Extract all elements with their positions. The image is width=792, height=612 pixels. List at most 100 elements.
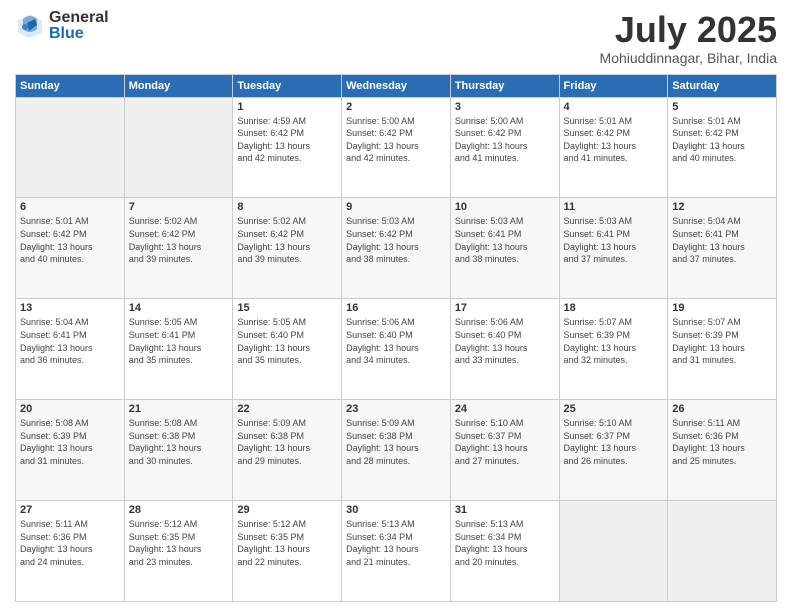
day-number: 31 <box>455 504 555 516</box>
calendar-cell: 9 Sunrise: 5:03 AM Sunset: 6:42 PM Daylig… <box>342 198 451 299</box>
calendar-cell: 4 Sunrise: 5:01 AM Sunset: 6:42 PM Daylig… <box>559 97 668 198</box>
calendar-cell: 31 Sunrise: 5:13 AM Sunset: 6:34 PM Dayli… <box>450 501 559 602</box>
day-number: 9 <box>346 201 446 213</box>
day-number: 17 <box>455 302 555 314</box>
day-number: 6 <box>20 201 120 213</box>
calendar-cell: 24 Sunrise: 5:10 AM Sunset: 6:37 PM Dayli… <box>450 400 559 501</box>
calendar-cell: 11 Sunrise: 5:03 AM Sunset: 6:41 PM Dayli… <box>559 198 668 299</box>
calendar-cell <box>124 97 233 198</box>
day-number: 16 <box>346 302 446 314</box>
calendar-cell: 21Sunrise: 5:08 AM Sunset: 6:38 PM Dayli… <box>124 400 233 501</box>
day-info: Sunrise: 5:02 AM Sunset: 6:42 PM Dayligh… <box>129 215 229 265</box>
day-info: Sunrise: 5:11 AM Sunset: 6:36 PM Dayligh… <box>20 518 120 568</box>
calendar-cell: 18Sunrise: 5:07 AM Sunset: 6:39 PM Dayli… <box>559 299 668 400</box>
day-number: 5 <box>672 101 772 113</box>
calendar-cell: 3 Sunrise: 5:00 AM Sunset: 6:42 PM Daylig… <box>450 97 559 198</box>
calendar-cell: 7 Sunrise: 5:02 AM Sunset: 6:42 PM Daylig… <box>124 198 233 299</box>
day-number: 10 <box>455 201 555 213</box>
day-info: Sunrise: 5:10 AM Sunset: 6:37 PM Dayligh… <box>455 417 555 467</box>
day-info: Sunrise: 5:12 AM Sunset: 6:35 PM Dayligh… <box>129 518 229 568</box>
day-number: 12 <box>672 201 772 213</box>
calendar-cell: 1Sunrise: 4:59 AM Sunset: 6:42 PM Daylig… <box>233 97 342 198</box>
calendar-table: SundayMondayTuesdayWednesdayThursdayFrid… <box>15 74 777 602</box>
day-number: 1 <box>237 101 337 113</box>
calendar-week-4: 20Sunrise: 5:08 AM Sunset: 6:39 PM Dayli… <box>16 400 777 501</box>
day-header-friday: Friday <box>559 74 668 97</box>
calendar-cell <box>668 501 777 602</box>
calendar-cell: 14 Sunrise: 5:05 AM Sunset: 6:41 PM Dayli… <box>124 299 233 400</box>
calendar-cell: 27 Sunrise: 5:11 AM Sunset: 6:36 PM Dayli… <box>16 501 125 602</box>
logo-general-text: General <box>49 10 109 26</box>
day-info: Sunrise: 5:09 AM Sunset: 6:38 PM Dayligh… <box>346 417 446 467</box>
calendar-cell: 8Sunrise: 5:02 AM Sunset: 6:42 PM Daylig… <box>233 198 342 299</box>
calendar-cell: 23 Sunrise: 5:09 AM Sunset: 6:38 PM Dayli… <box>342 400 451 501</box>
calendar-cell: 15 Sunrise: 5:05 AM Sunset: 6:40 PM Dayli… <box>233 299 342 400</box>
day-number: 26 <box>672 403 772 415</box>
day-info: Sunrise: 5:00 AM Sunset: 6:42 PM Dayligh… <box>346 115 446 165</box>
day-number: 23 <box>346 403 446 415</box>
calendar-cell: 16Sunrise: 5:06 AM Sunset: 6:40 PM Dayli… <box>342 299 451 400</box>
day-info: Sunrise: 5:04 AM Sunset: 6:41 PM Dayligh… <box>672 215 772 265</box>
day-info: Sunrise: 5:10 AM Sunset: 6:37 PM Dayligh… <box>564 417 664 467</box>
calendar-cell: 26 Sunrise: 5:11 AM Sunset: 6:36 PM Dayli… <box>668 400 777 501</box>
day-info: Sunrise: 5:05 AM Sunset: 6:40 PM Dayligh… <box>237 316 337 366</box>
day-info: Sunrise: 5:01 AM Sunset: 6:42 PM Dayligh… <box>672 115 772 165</box>
day-header-saturday: Saturday <box>668 74 777 97</box>
logo: General Blue <box>15 10 109 42</box>
calendar-header-row: SundayMondayTuesdayWednesdayThursdayFrid… <box>16 74 777 97</box>
calendar-cell: 12 Sunrise: 5:04 AM Sunset: 6:41 PM Dayli… <box>668 198 777 299</box>
day-info: Sunrise: 5:09 AM Sunset: 6:38 PM Dayligh… <box>237 417 337 467</box>
day-number: 20 <box>20 403 120 415</box>
day-number: 24 <box>455 403 555 415</box>
logo-blue-text: Blue <box>49 26 109 42</box>
day-info: Sunrise: 5:03 AM Sunset: 6:41 PM Dayligh… <box>564 215 664 265</box>
day-info: Sunrise: 5:13 AM Sunset: 6:34 PM Dayligh… <box>346 518 446 568</box>
logo-icon <box>15 11 45 41</box>
day-number: 30 <box>346 504 446 516</box>
day-info: Sunrise: 5:04 AM Sunset: 6:41 PM Dayligh… <box>20 316 120 366</box>
day-info: Sunrise: 5:08 AM Sunset: 6:38 PM Dayligh… <box>129 417 229 467</box>
calendar-cell: 28 Sunrise: 5:12 AM Sunset: 6:35 PM Dayli… <box>124 501 233 602</box>
day-number: 28 <box>129 504 229 516</box>
calendar-cell: 19 Sunrise: 5:07 AM Sunset: 6:39 PM Dayli… <box>668 299 777 400</box>
day-info: Sunrise: 5:03 AM Sunset: 6:42 PM Dayligh… <box>346 215 446 265</box>
day-info: Sunrise: 5:00 AM Sunset: 6:42 PM Dayligh… <box>455 115 555 165</box>
title-block: July 2025 Mohiuddinnagar, Bihar, India <box>600 10 777 66</box>
calendar-week-2: 6 Sunrise: 5:01 AM Sunset: 6:42 PM Daylig… <box>16 198 777 299</box>
header: General Blue July 2025 Mohiuddinnagar, B… <box>15 10 777 66</box>
calendar-cell: 29Sunrise: 5:12 AM Sunset: 6:35 PM Dayli… <box>233 501 342 602</box>
day-number: 19 <box>672 302 772 314</box>
day-number: 8 <box>237 201 337 213</box>
day-header-wednesday: Wednesday <box>342 74 451 97</box>
day-info: Sunrise: 5:11 AM Sunset: 6:36 PM Dayligh… <box>672 417 772 467</box>
day-number: 14 <box>129 302 229 314</box>
calendar-cell: 20Sunrise: 5:08 AM Sunset: 6:39 PM Dayli… <box>16 400 125 501</box>
day-info: Sunrise: 5:07 AM Sunset: 6:39 PM Dayligh… <box>672 316 772 366</box>
calendar-week-1: 1Sunrise: 4:59 AM Sunset: 6:42 PM Daylig… <box>16 97 777 198</box>
day-info: Sunrise: 5:01 AM Sunset: 6:42 PM Dayligh… <box>564 115 664 165</box>
day-info: Sunrise: 5:03 AM Sunset: 6:41 PM Dayligh… <box>455 215 555 265</box>
day-number: 15 <box>237 302 337 314</box>
day-number: 2 <box>346 101 446 113</box>
day-header-thursday: Thursday <box>450 74 559 97</box>
day-number: 11 <box>564 201 664 213</box>
calendar-week-5: 27 Sunrise: 5:11 AM Sunset: 6:36 PM Dayli… <box>16 501 777 602</box>
calendar-cell: 22Sunrise: 5:09 AM Sunset: 6:38 PM Dayli… <box>233 400 342 501</box>
day-number: 4 <box>564 101 664 113</box>
day-header-sunday: Sunday <box>16 74 125 97</box>
calendar-cell: 2 Sunrise: 5:00 AM Sunset: 6:42 PM Daylig… <box>342 97 451 198</box>
calendar-cell: 13 Sunrise: 5:04 AM Sunset: 6:41 PM Dayli… <box>16 299 125 400</box>
location-subtitle: Mohiuddinnagar, Bihar, India <box>600 50 777 66</box>
calendar-cell: 10 Sunrise: 5:03 AM Sunset: 6:41 PM Dayli… <box>450 198 559 299</box>
day-info: Sunrise: 5:01 AM Sunset: 6:42 PM Dayligh… <box>20 215 120 265</box>
day-number: 27 <box>20 504 120 516</box>
day-number: 3 <box>455 101 555 113</box>
calendar-cell: 30 Sunrise: 5:13 AM Sunset: 6:34 PM Dayli… <box>342 501 451 602</box>
day-number: 25 <box>564 403 664 415</box>
day-info: Sunrise: 5:05 AM Sunset: 6:41 PM Dayligh… <box>129 316 229 366</box>
day-number: 7 <box>129 201 229 213</box>
day-number: 18 <box>564 302 664 314</box>
page: General Blue July 2025 Mohiuddinnagar, B… <box>0 0 792 612</box>
day-info: Sunrise: 5:13 AM Sunset: 6:34 PM Dayligh… <box>455 518 555 568</box>
day-number: 13 <box>20 302 120 314</box>
